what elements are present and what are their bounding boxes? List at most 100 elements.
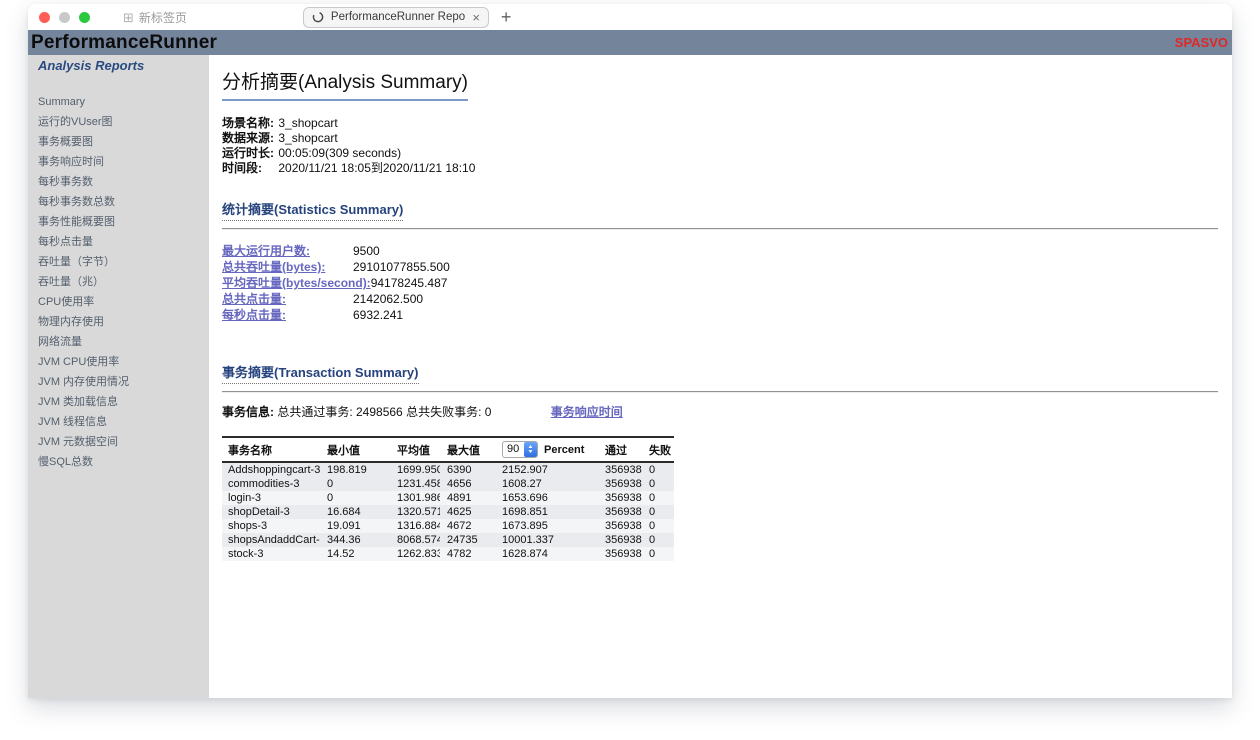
txn-value-cell: 344.36 — [320, 533, 390, 547]
statistics-row: 总共点击量:2142062.500 — [222, 291, 1218, 307]
sidebar-item[interactable]: 每秒事务数 — [38, 177, 201, 188]
sidebar-item[interactable]: 吞吐量（兆） — [38, 277, 201, 288]
txn-value-cell: 0 — [642, 462, 674, 477]
app-header: PerformanceRunner SPASVO — [28, 30, 1232, 55]
statistic-value: 94178245.487 — [371, 276, 448, 290]
txn-name-cell: shops-3 — [222, 519, 320, 533]
sidebar-item[interactable]: JVM CPU使用率 — [38, 357, 201, 368]
sidebar: Analysis Reports Summary运行的VUser图事务概要图事务… — [28, 55, 209, 698]
txn-name-cell: shopDetail-3 — [222, 505, 320, 519]
txn-value-cell: 356938 — [598, 519, 642, 533]
txn-name-cell: login-3 — [222, 491, 320, 505]
txn-value-cell: 4891 — [440, 491, 495, 505]
txn-value-cell: 0 — [320, 477, 390, 491]
sidebar-item[interactable]: 每秒事务数总数 — [38, 197, 201, 208]
sidebar-item[interactable]: 事务概要图 — [38, 137, 201, 148]
sidebar-item[interactable]: JVM 线程信息 — [38, 417, 201, 428]
txn-table-head-row: 事务名称最小值平均值最大值90▲▼Percent通过失败 — [222, 437, 674, 462]
txn-value-cell: 356938 — [598, 477, 642, 491]
txn-value-cell: 4672 — [440, 519, 495, 533]
sidebar-item[interactable]: JVM 类加载信息 — [38, 397, 201, 408]
txn-column-header: 最小值 — [320, 437, 390, 462]
scenario-row: 时间段: 2020/11/21 18:05到2020/11/21 18:10 — [222, 161, 1218, 176]
txn-value-cell: 356938 — [598, 462, 642, 477]
transaction-table: 事务名称最小值平均值最大值90▲▼Percent通过失败 Addshopping… — [222, 436, 674, 561]
percent-label: Percent — [544, 444, 584, 456]
percentile-value: 90 — [503, 442, 524, 457]
statistic-link[interactable]: 总共点击量: — [222, 291, 353, 307]
statistic-link[interactable]: 最大运行用户数: — [222, 243, 353, 259]
txn-name-cell: stock-3 — [222, 547, 320, 561]
scenario-value: 00:05:09(309 seconds) — [278, 146, 401, 160]
txn-value-cell: 0 — [642, 547, 674, 561]
statistics-row: 总共吞吐量(bytes):29101077855.500 — [222, 259, 1218, 275]
percentile-select[interactable]: 90▲▼ — [502, 441, 538, 458]
sidebar-list: Summary 运行的VUser图事务概要图事务响应时间每秒事务数每秒事务数总数事… — [38, 97, 201, 468]
txn-name-cell: shopsAndaddCart-3 — [222, 533, 320, 547]
brand-logo: SPASVO — [1175, 35, 1232, 50]
txn-value-cell: 1608.27 — [495, 477, 598, 491]
transaction-section: 事务摘要(Transaction Summary) 事务信息: 总共通过事务: … — [222, 323, 1218, 561]
minimize-window-button[interactable] — [59, 12, 70, 23]
new-tab-button[interactable]: + — [501, 7, 512, 28]
txn-table-row: shopsAndaddCart-3344.368068.574247351000… — [222, 533, 674, 547]
statistic-link[interactable]: 总共吞吐量(bytes): — [222, 259, 353, 275]
txn-value-cell: 2152.907 — [495, 462, 598, 477]
browser-chrome: ⊞ 新标签页 PerformanceRunner Reports × + — [28, 4, 1232, 30]
txn-value-cell: 0 — [320, 491, 390, 505]
statistics-section: 统计摘要(Statistics Summary) 最大运行用户数:9500总共吞… — [222, 176, 1218, 323]
txn-value-cell: 198.819 — [320, 462, 390, 477]
sidebar-item[interactable]: Summary — [38, 97, 201, 108]
stepper-arrows-icon[interactable]: ▲▼ — [524, 442, 537, 457]
scenario-value: 2020/11/21 18:05到2020/11/21 18:10 — [278, 161, 475, 175]
sidebar-item[interactable]: 每秒点击量 — [38, 237, 201, 248]
sidebar-item[interactable]: JVM 元数据空间 — [38, 437, 201, 448]
txn-table-row: shops-319.0911316.88446721673.8953569380 — [222, 519, 674, 533]
txn-value-cell: 356938 — [598, 547, 642, 561]
txn-value-cell: 19.091 — [320, 519, 390, 533]
statistic-value: 9500 — [353, 244, 380, 258]
sidebar-item[interactable]: 运行的VUser图 — [38, 117, 201, 128]
txn-column-header: 事务名称 — [222, 437, 320, 462]
txn-value-cell: 1231.458 — [390, 477, 440, 491]
sidebar-item[interactable]: CPU使用率 — [38, 297, 201, 308]
statistics-list: 最大运行用户数:9500总共吞吐量(bytes):29101077855.500… — [222, 243, 1218, 323]
txn-value-cell: 1262.833 — [390, 547, 440, 561]
statistic-value: 2142062.500 — [353, 292, 423, 306]
txn-value-cell: 4656 — [440, 477, 495, 491]
sidebar-item[interactable]: 物理内存使用 — [38, 317, 201, 328]
txn-value-cell: 1628.874 — [495, 547, 598, 561]
scenario-value: 3_shopcart — [278, 116, 337, 130]
browser-window: ⊞ 新标签页 PerformanceRunner Reports × + Per… — [28, 4, 1232, 698]
tab-close-icon[interactable]: × — [472, 10, 480, 25]
sidebar-item[interactable]: JVM 内存使用情况 — [38, 377, 201, 388]
statistic-link[interactable]: 平均吞吐量(bytes/second): — [222, 275, 371, 291]
txn-column-header: 失败 — [642, 437, 674, 462]
close-window-button[interactable] — [39, 12, 50, 23]
sidebar-item[interactable]: 事务响应时间 — [38, 157, 201, 168]
transaction-info-text: 总共通过事务: 2498566 总共失败事务: 0 — [277, 405, 491, 419]
sidebar-item[interactable]: 慢SQL总数 — [38, 457, 201, 468]
tab-performancerunner-reports[interactable]: PerformanceRunner Reports × — [303, 7, 489, 28]
scenario-label: 时间段: — [222, 161, 275, 176]
new-tab-page-indicator[interactable]: ⊞ 新标签页 — [123, 9, 187, 26]
tab-loading-icon — [312, 11, 324, 23]
txn-table-body: Addshoppingcart-3198.8191699.95063902152… — [222, 462, 674, 561]
txn-table-row: Addshoppingcart-3198.8191699.95063902152… — [222, 462, 674, 477]
sidebar-item[interactable]: 网络流量 — [38, 337, 201, 348]
statistics-heading: 统计摘要(Statistics Summary) — [222, 199, 403, 221]
statistic-link[interactable]: 每秒点击量: — [222, 307, 353, 323]
txn-value-cell: 4625 — [440, 505, 495, 519]
traffic-lights — [39, 12, 90, 23]
scenario-info: 场景名称: 3_shopcart数据来源: 3_shopcart运行时长: 00… — [222, 116, 1218, 176]
sidebar-item[interactable]: 事务性能概要图 — [38, 217, 201, 228]
transaction-response-time-link[interactable]: 事务响应时间 — [551, 405, 623, 419]
txn-value-cell: 356938 — [598, 505, 642, 519]
sidebar-item[interactable]: 吞吐量（字节） — [38, 257, 201, 268]
scenario-label: 场景名称: — [222, 116, 275, 131]
txn-column-header: 90▲▼ Percent — [495, 437, 598, 462]
zoom-window-button[interactable] — [79, 12, 90, 23]
report-content: 分析摘要(Analysis Summary) 场景名称: 3_shopcart数… — [209, 55, 1232, 698]
page-title: 分析摘要(Analysis Summary) — [222, 67, 468, 101]
txn-value-cell: 4782 — [440, 547, 495, 561]
